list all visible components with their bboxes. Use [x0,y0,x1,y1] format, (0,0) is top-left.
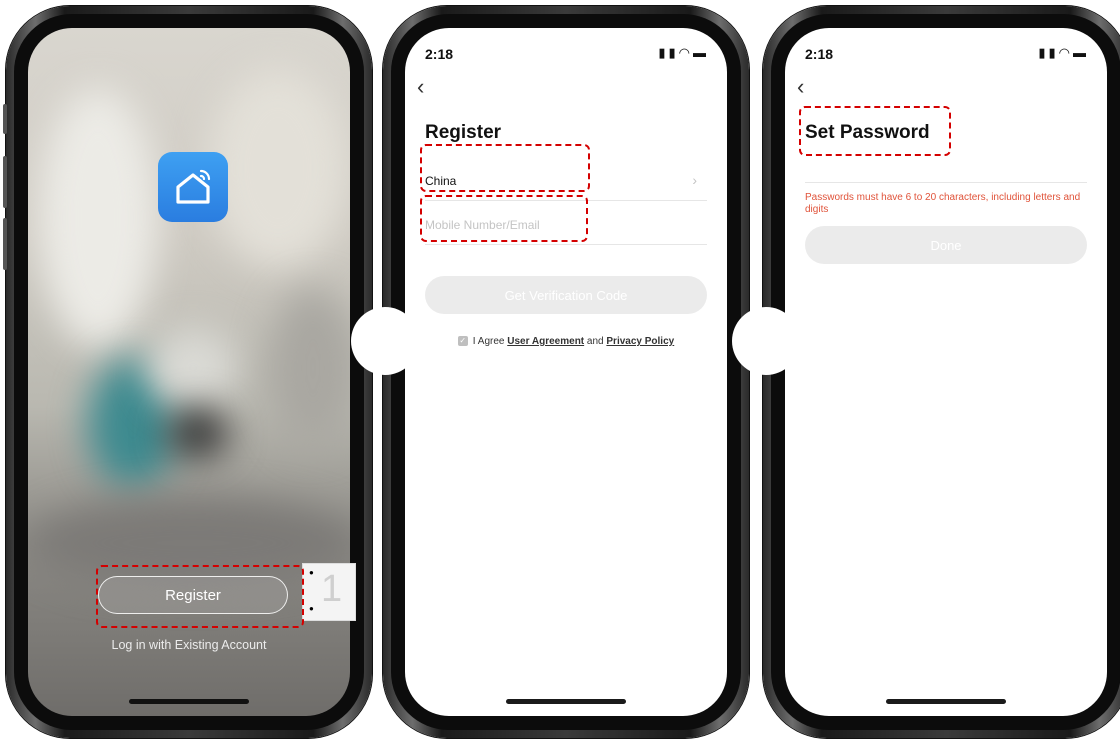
wifi-icon: ◠ [1058,45,1073,60]
home-indicator [886,699,1006,704]
user-agreement-link[interactable]: User Agreement [507,336,584,347]
agree-prefix: I Agree [472,336,505,347]
side-button [3,104,7,134]
hint-thumbnail: ● ● 1 [302,563,356,621]
mobile-highlight [420,195,588,242]
password-hint: Passwords must have 6 to 20 characters, … [805,192,1081,215]
chevron-right-icon: › [692,172,697,188]
dot-icon: ● [309,568,314,577]
status-icons: ▮▮◠▬ [658,45,709,61]
back-chevron-icon[interactable]: ‹ [797,74,804,100]
get-verification-code-button[interactable]: Get Verification Code [425,276,707,314]
status-icons: ▮▮◠▬ [1038,45,1089,61]
agree-checkbox[interactable]: ✓ [457,336,468,347]
country-highlight [420,144,590,192]
register-screen: 2:18 ▮▮◠▬ ‹ Register China › Mobile Numb… [405,28,727,716]
status-time: 2:18 [425,46,454,62]
battery-icon: ▬ [693,45,709,60]
connector-circle [351,307,419,375]
side-button [3,156,7,208]
fragment-digit: 1 [321,568,343,610]
signal-icon: ▮▮ [658,45,679,60]
register-highlight [96,565,304,628]
login-existing-link[interactable]: Log in with Existing Account [28,638,350,652]
done-button[interactable]: Done [805,226,1087,264]
battery-icon: ▬ [1073,45,1089,60]
agreement-row: ✓ I Agree User Agreement and Privacy Poli… [405,336,727,347]
phone-frame-2: 2:18 ▮▮◠▬ ‹ Register China › Mobile Numb… [383,6,749,738]
signal-icon: ▮▮ [1038,45,1059,60]
connector-circle [732,307,800,375]
and-text: and [586,336,604,347]
privacy-policy-link[interactable]: Privacy Policy [606,336,674,347]
password-input[interactable] [805,182,1087,183]
back-chevron-icon[interactable]: ‹ [417,74,424,100]
status-time: 2:18 [805,46,834,62]
smart-home-icon [158,152,228,222]
home-indicator [506,699,626,704]
home-indicator [129,699,249,704]
title-highlight [799,106,951,156]
page-title: Register [425,122,502,143]
wifi-icon: ◠ [678,45,693,60]
side-button [3,218,7,270]
phone-frame-1: Register Log in with Existing Account [3,6,372,738]
dot-icon: ● [309,604,314,613]
